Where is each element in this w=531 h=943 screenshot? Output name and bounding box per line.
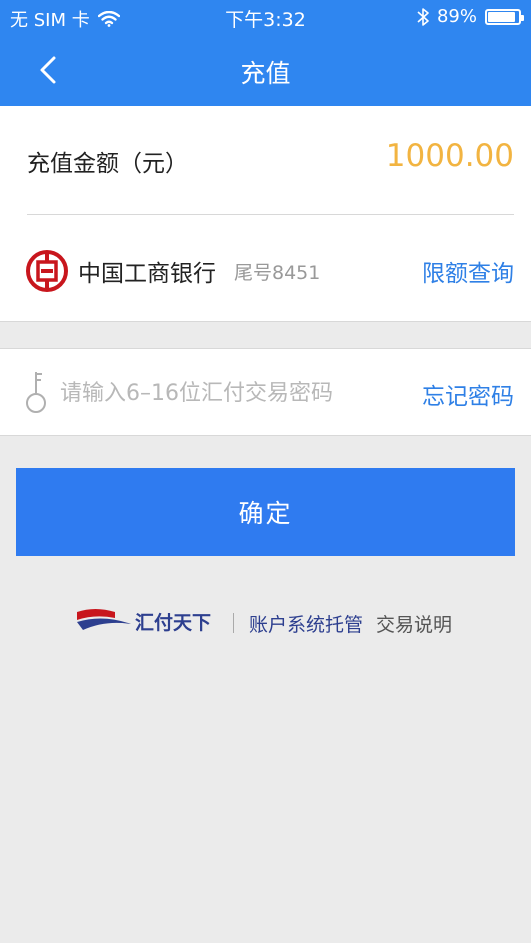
amount-row: 充值金额（元） 1000.00 [27,106,514,215]
footer-divider [233,613,234,633]
footer-description: 账户系统托管 [249,614,364,636]
battery-fill [488,11,515,22]
icbc-logo [26,250,68,292]
brand-name: 汇付天下 [135,612,212,634]
amount-label: 充值金额（元） [27,151,188,177]
battery-icon [485,8,524,25]
forgot-password-link[interactable]: 忘记密码 [422,377,514,411]
bank-name: 中国工商银行 [78,261,216,287]
battery-percent: 89% [436,6,477,27]
chinapnr-logo [77,609,131,630]
amount-value: 1000.00 [385,138,514,174]
nav-bar: 充值 [0,34,531,106]
footer: 汇付天下 账户系统托管 交易说明 [0,600,531,640]
key-icon [26,372,46,413]
card-tail-number: 尾号8451 [234,262,321,284]
header: 无 SIM 卡 下午3:32 89% 充值 [0,0,531,106]
password-card: 忘记密码 [0,348,531,436]
bluetooth-icon [417,7,429,26]
bank-row: 中国工商银行 尾号8451 限额查询 [0,214,531,320]
password-input[interactable] [58,369,402,417]
confirm-button[interactable]: 确定 [16,468,515,556]
limit-query-link[interactable]: 限额查询 [422,254,514,288]
recharge-info-card: 充值金额（元） 1000.00 中国工商银行 尾号8451 限额查询 [0,106,531,322]
status-bar: 无 SIM 卡 下午3:32 89% [0,0,531,34]
page-title: 充值 [240,59,291,88]
transaction-info-link[interactable]: 交易说明 [376,610,452,637]
